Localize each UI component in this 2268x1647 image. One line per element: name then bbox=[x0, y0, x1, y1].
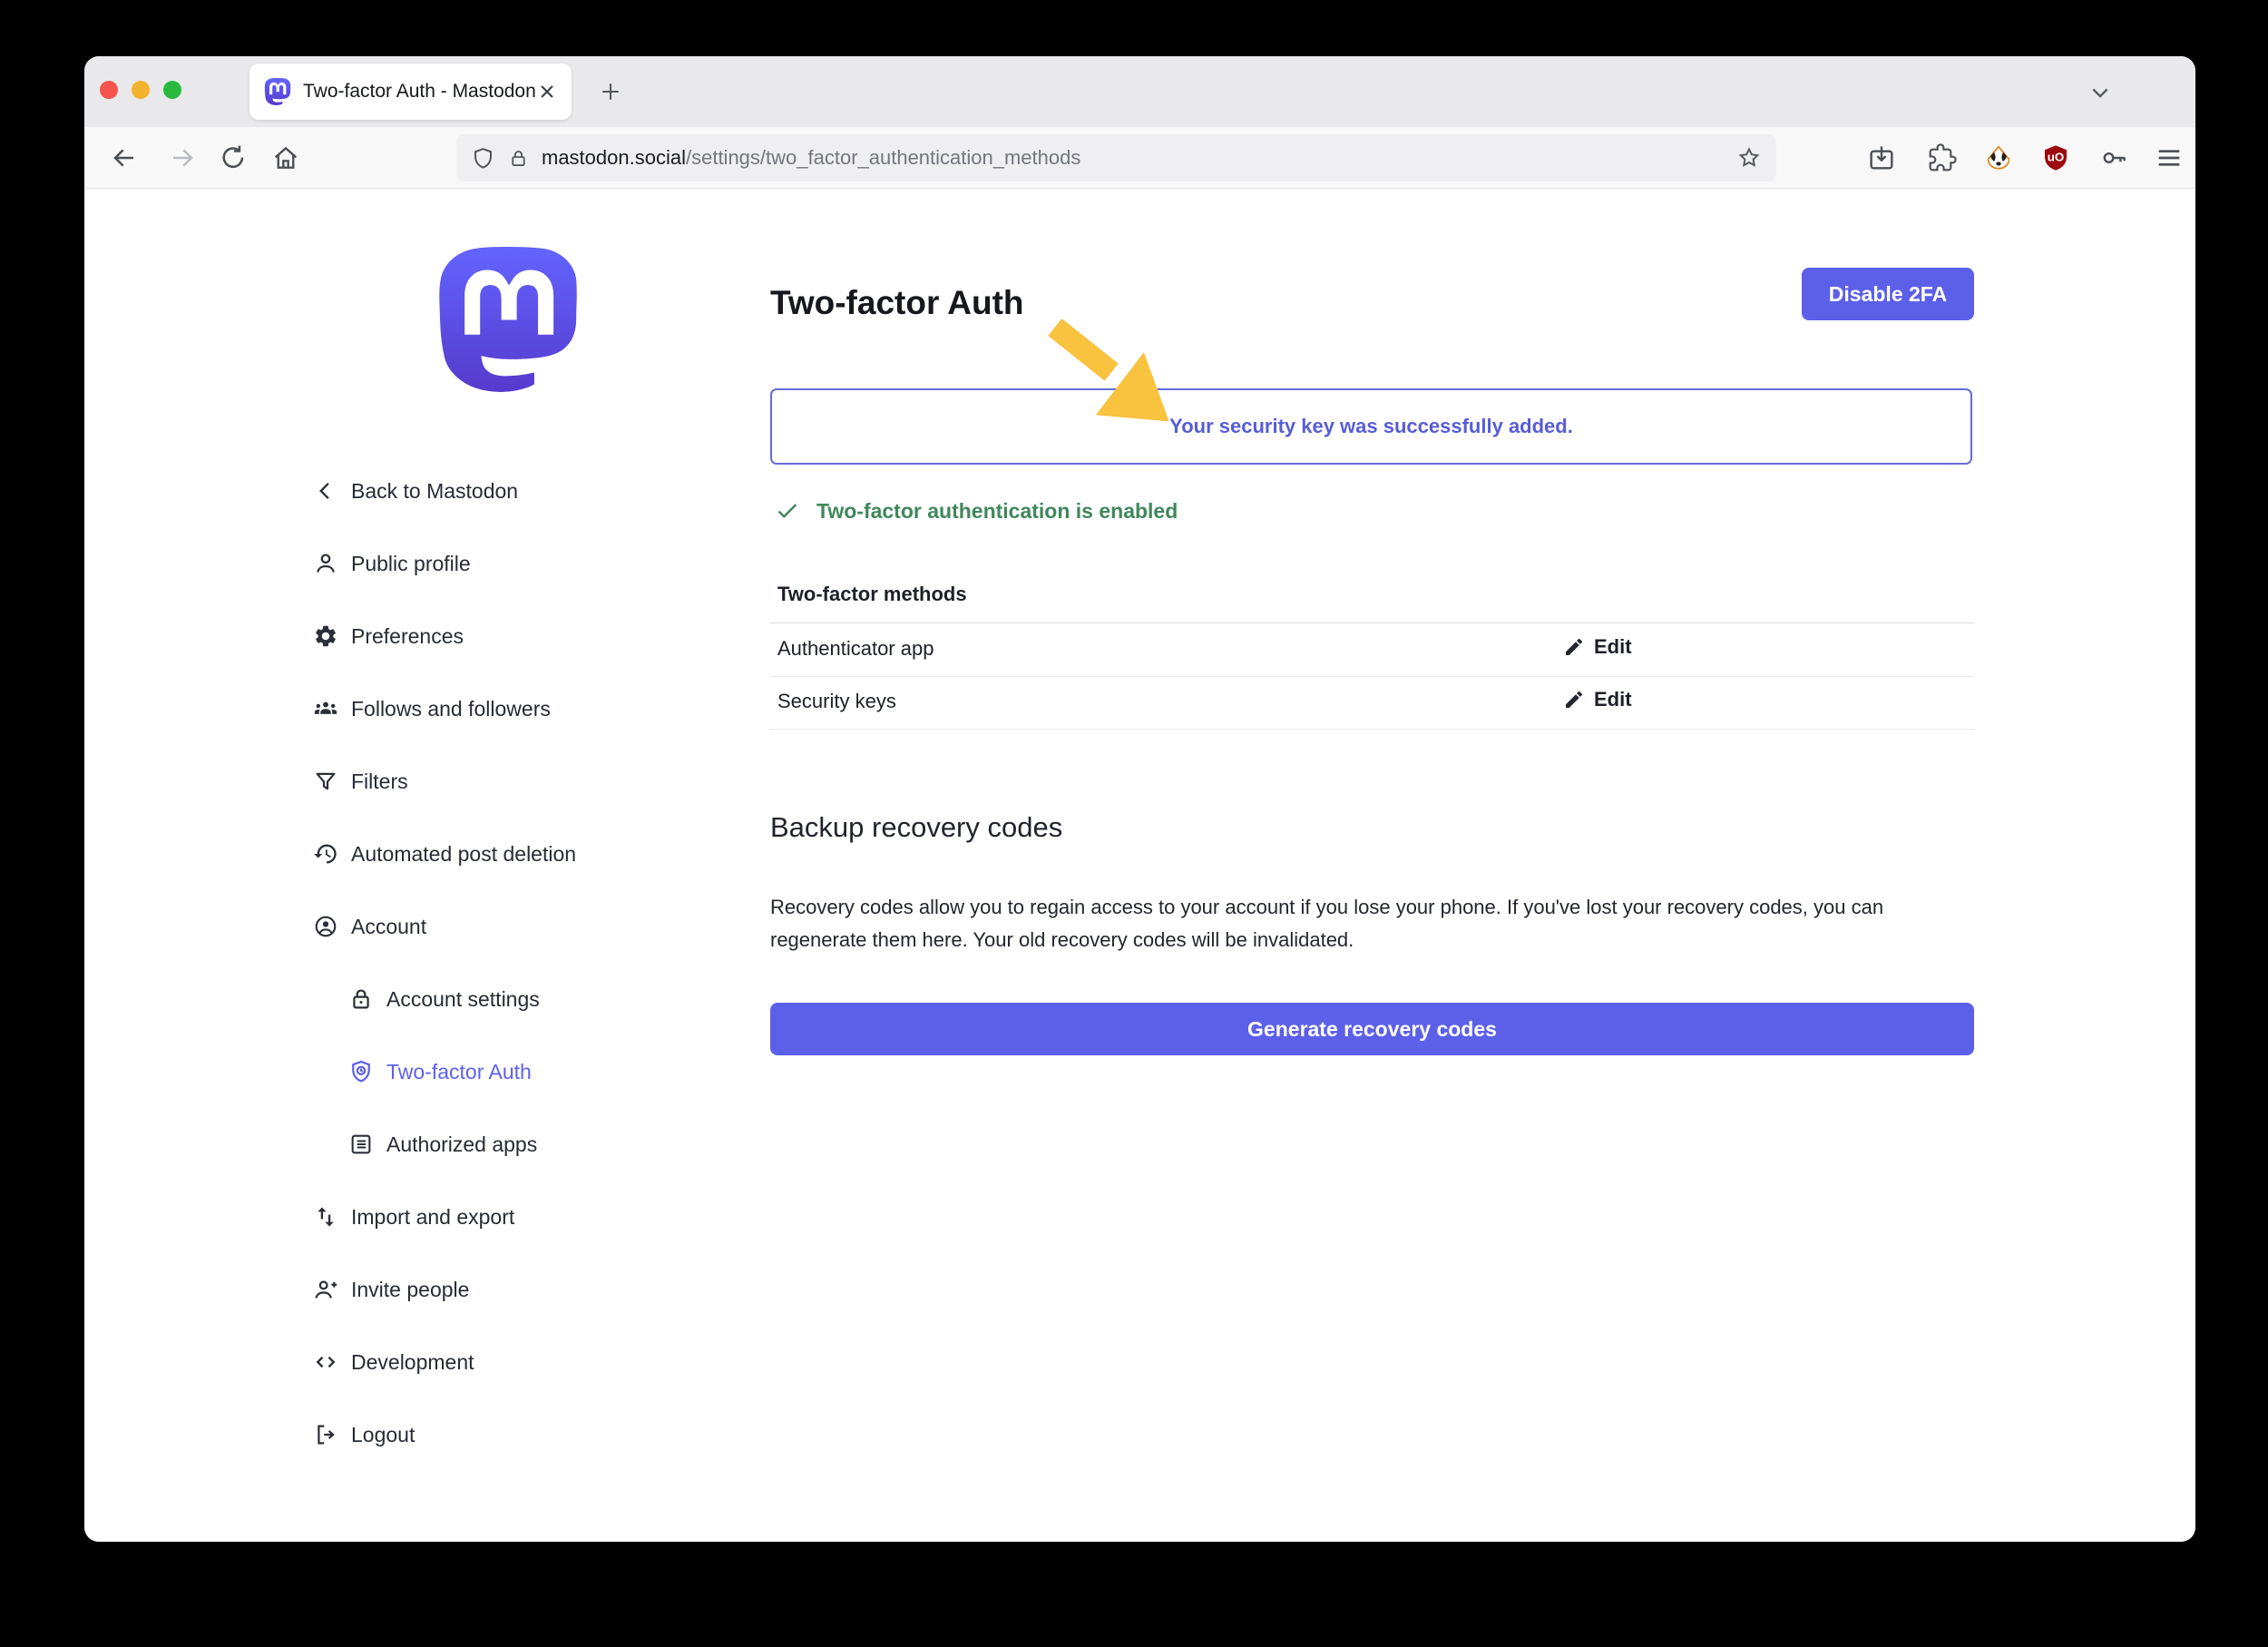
generate-recovery-codes-button[interactable]: Generate recovery codes bbox=[770, 1003, 1974, 1055]
sidebar-item-preferences[interactable]: Preferences bbox=[313, 600, 576, 672]
account-circle-icon bbox=[313, 914, 338, 939]
reload-icon[interactable] bbox=[219, 143, 248, 172]
sidebar-item-account[interactable]: Account bbox=[313, 890, 576, 963]
tracking-protection-shield-icon[interactable] bbox=[471, 146, 495, 171]
sidebar-item-label: Logout bbox=[351, 1423, 415, 1447]
sidebar-item-label: Back to Mastodon bbox=[351, 479, 518, 504]
methods-table-header: Two-factor methods bbox=[777, 583, 967, 606]
edit-authenticator-link[interactable]: Edit bbox=[1563, 635, 1632, 659]
privacy-badger-icon[interactable] bbox=[1984, 143, 2013, 172]
backup-recovery-codes-title: Backup recovery codes bbox=[770, 811, 1062, 844]
home-icon[interactable] bbox=[271, 143, 300, 172]
mastodon-favicon bbox=[264, 78, 291, 105]
edit-security-keys-link[interactable]: Edit bbox=[1563, 688, 1632, 711]
sidebar-item-label: Import and export bbox=[351, 1205, 514, 1230]
shield-2fa-icon bbox=[348, 1059, 374, 1084]
list-icon bbox=[348, 1132, 374, 1157]
flash-message-box: Your security key was successfully added… bbox=[770, 388, 1972, 465]
person-icon bbox=[313, 551, 338, 576]
save-page-icon[interactable] bbox=[1867, 143, 1896, 172]
sidebar-item-import-and-export[interactable]: Import and export bbox=[313, 1181, 576, 1253]
sidebar-item-automated-post-deletion[interactable]: Automated post deletion bbox=[313, 818, 576, 890]
sidebar-item-public-profile[interactable]: Public profile bbox=[313, 527, 576, 600]
sidebar-item-authorized-apps[interactable]: Authorized apps bbox=[313, 1108, 576, 1181]
minimize-window-button[interactable] bbox=[132, 81, 150, 99]
back-icon[interactable] bbox=[110, 143, 139, 172]
fullscreen-window-button[interactable] bbox=[163, 81, 181, 99]
url-path: /settings/two_factor_authentication_meth… bbox=[686, 146, 1080, 169]
sidebar-item-label: Filters bbox=[351, 770, 408, 794]
browser-tab[interactable]: Two-factor Auth - Mastodon bbox=[249, 64, 572, 120]
method-name: Security keys bbox=[777, 690, 896, 713]
url-host: mastodon.social bbox=[542, 146, 686, 169]
connection-lock-icon[interactable] bbox=[508, 148, 529, 169]
sidebar-item-two-factor-auth[interactable]: Two-factor Auth bbox=[313, 1035, 576, 1108]
sidebar-item-label: Account settings bbox=[386, 987, 540, 1012]
close-window-button[interactable] bbox=[100, 81, 118, 99]
divider bbox=[770, 676, 1974, 677]
svg-text:uO: uO bbox=[2048, 151, 2065, 164]
code-icon bbox=[313, 1349, 338, 1375]
url-text[interactable]: mastodon.social/settings/two_factor_auth… bbox=[542, 146, 1736, 170]
bookmark-star-icon[interactable] bbox=[1736, 145, 1762, 171]
sidebar-item-label: Development bbox=[351, 1350, 474, 1375]
sidebar-item-label: Automated post deletion bbox=[351, 842, 576, 867]
page-content: Back to Mastodon Public profile Preferen… bbox=[84, 189, 2195, 1542]
browser-window: Two-factor Auth - Mastodon mastodon.soci… bbox=[84, 56, 2195, 1542]
sidebar-item-label: Preferences bbox=[351, 624, 464, 649]
lock-icon bbox=[348, 986, 374, 1012]
status-text: Two-factor authentication is enabled bbox=[816, 499, 1178, 524]
logout-icon bbox=[313, 1422, 338, 1447]
sidebar-item-label: Follows and followers bbox=[351, 697, 551, 721]
sidebar-item-label: Account bbox=[351, 915, 426, 939]
person-add-icon bbox=[313, 1277, 338, 1302]
sidebar-item-account-settings[interactable]: Account settings bbox=[313, 963, 576, 1035]
sidebar-item-label: Invite people bbox=[351, 1278, 469, 1302]
sidebar-item-development[interactable]: Development bbox=[313, 1326, 576, 1398]
forward-icon[interactable] bbox=[168, 143, 197, 172]
mastodon-logo bbox=[435, 247, 581, 392]
history-clock-icon bbox=[313, 841, 338, 867]
tab-close-icon[interactable] bbox=[535, 80, 559, 103]
sidebar-item-back-to-mastodon[interactable]: Back to Mastodon bbox=[313, 455, 576, 527]
url-bar[interactable]: mastodon.social/settings/two_factor_auth… bbox=[456, 134, 1776, 181]
method-name: Authenticator app bbox=[777, 637, 934, 661]
page-title: Two-factor Auth bbox=[770, 284, 1024, 322]
checkmark-icon bbox=[774, 497, 801, 524]
sidebar-item-follows-and-followers[interactable]: Follows and followers bbox=[313, 672, 576, 745]
divider bbox=[770, 729, 1974, 730]
tab-title: Two-factor Auth - Mastodon bbox=[303, 81, 535, 103]
funnel-icon bbox=[313, 769, 338, 794]
edit-label: Edit bbox=[1594, 688, 1632, 711]
sidebar-item-label: Public profile bbox=[351, 552, 471, 576]
menu-hamburger-icon[interactable] bbox=[2155, 143, 2184, 172]
ublock-origin-icon[interactable]: uO bbox=[2041, 143, 2070, 172]
chevron-left-icon bbox=[313, 478, 338, 504]
sidebar-item-filters[interactable]: Filters bbox=[313, 745, 576, 818]
2fa-enabled-status: Two-factor authentication is enabled bbox=[774, 497, 1178, 524]
password-key-icon[interactable] bbox=[2100, 143, 2129, 172]
gear-icon bbox=[313, 623, 338, 649]
sidebar-item-label: Two-factor Auth bbox=[386, 1060, 532, 1084]
disable-2fa-button[interactable]: Disable 2FA bbox=[1802, 268, 1974, 320]
edit-label: Edit bbox=[1594, 635, 1632, 659]
sidebar-item-label: Authorized apps bbox=[386, 1132, 537, 1157]
sidebar-item-invite-people[interactable]: Invite people bbox=[313, 1253, 576, 1326]
import-export-icon bbox=[313, 1204, 338, 1230]
settings-sidebar: Back to Mastodon Public profile Preferen… bbox=[313, 455, 576, 1471]
pencil-icon bbox=[1563, 689, 1585, 711]
recovery-description: Recovery codes allow you to regain acces… bbox=[770, 891, 1977, 956]
new-tab-button[interactable] bbox=[598, 79, 623, 104]
pencil-icon bbox=[1563, 636, 1585, 658]
flash-message-text: Your security key was successfully added… bbox=[1169, 415, 1573, 438]
group-icon bbox=[313, 696, 338, 721]
extensions-puzzle-icon[interactable] bbox=[1928, 143, 1957, 172]
tab-list-chevron-icon[interactable] bbox=[2087, 80, 2113, 105]
tab-bar: Two-factor Auth - Mastodon bbox=[84, 56, 2195, 127]
sidebar-item-logout[interactable]: Logout bbox=[313, 1398, 576, 1471]
